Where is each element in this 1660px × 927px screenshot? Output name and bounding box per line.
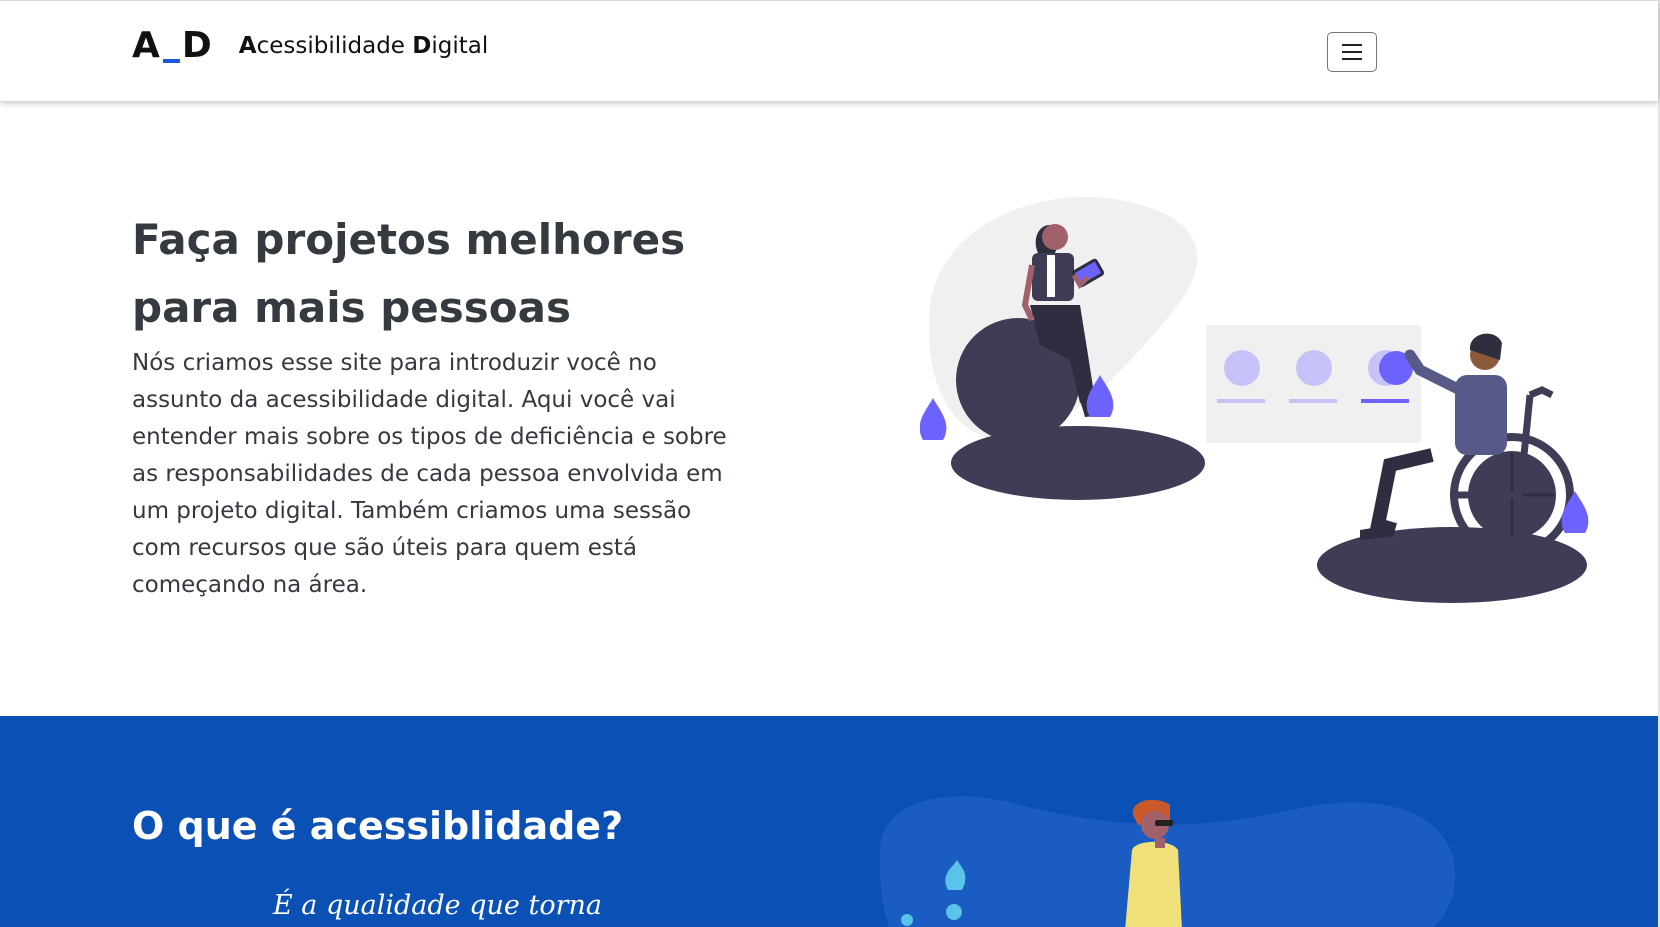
logo-letter-d: D [181,25,213,66]
menu-toggle-button[interactable] [1327,32,1377,72]
leaf-icon [1561,491,1589,533]
person-with-sunglasses-figure [1125,799,1182,927]
accessibility-section-title: O que é acessiblidade? [132,804,624,848]
accessibility-illustration [880,796,1456,927]
accessibility-quote: É a qualidade que torna [273,890,602,921]
hero-title-line1: Faça projetos melhores [132,215,686,264]
decorative-dot [901,914,913,926]
navbar: AD Acessibilidade Digital [0,0,1658,101]
hamburger-menu-icon [1342,44,1362,46]
option-circle [1296,350,1332,386]
brand-name-part1: cessibilidade [256,32,413,59]
hero-illustration [920,196,1589,603]
brand-first-letter: A [238,32,257,59]
logo-underscore [162,59,180,63]
brand-second-letter: D [412,32,432,59]
logo-letter-a: A [132,25,161,66]
platform-left [951,426,1205,500]
brand-link[interactable]: AD Acessibilidade Digital [132,25,488,66]
logo: AD [132,25,213,66]
leaf-icon [920,398,947,440]
option-circle [1224,350,1260,386]
brand-name-part2: igital [431,32,489,59]
hero-title-line2: para mais pessoas [132,283,571,332]
brand-name: Acessibilidade Digital [239,33,488,59]
hero-description: Nós criamos esse site para introduzir vo… [132,350,727,598]
hamburger-menu-icon-line [1342,51,1362,53]
hamburger-menu-icon-line [1342,58,1362,60]
decorative-dot [946,904,962,920]
hero-title: Faça projetos melhores para mais pessoas [132,206,752,342]
